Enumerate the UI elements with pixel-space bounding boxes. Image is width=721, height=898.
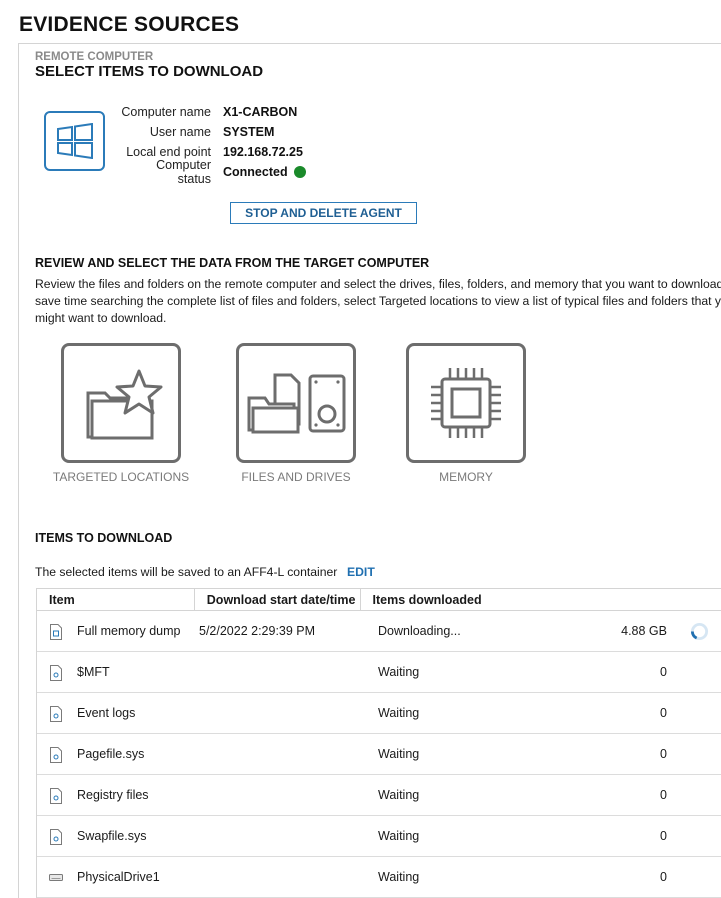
item-name: $MFT bbox=[77, 665, 110, 679]
status-indicator-icon bbox=[293, 166, 306, 178]
item-name: Event logs bbox=[77, 706, 136, 720]
chip-icon bbox=[431, 368, 501, 438]
tile-label-files-and-drives: FILES AND DRIVES bbox=[241, 470, 351, 484]
items-to-download-title: ITEMS TO DOWNLOAD bbox=[35, 531, 173, 545]
item-downloaded: 0 bbox=[660, 747, 667, 761]
item-downloaded: 0 bbox=[660, 870, 667, 884]
table-row[interactable]: Pagefile.sys Waiting 0 bbox=[37, 734, 721, 775]
computer-info: Computer name X1-CARBON User name SYSTEM… bbox=[120, 102, 306, 186]
column-header-items-downloaded[interactable]: Items downloaded bbox=[361, 589, 721, 611]
memory-file-icon bbox=[50, 624, 62, 640]
computer-name-label: Computer name bbox=[121, 105, 211, 119]
file-icon bbox=[50, 829, 62, 845]
item-status: Waiting bbox=[378, 665, 420, 679]
section-title: SELECT ITEMS TO DOWNLOAD bbox=[35, 63, 264, 80]
item-name: PhysicalDrive1 bbox=[77, 870, 160, 884]
table-row[interactable]: Full memory dump 5/2/2022 2:29:39 PM Dow… bbox=[37, 611, 721, 652]
folder-star-icon bbox=[86, 369, 163, 440]
item-name: Full memory dump bbox=[77, 624, 181, 638]
item-name: Registry files bbox=[77, 788, 149, 802]
item-name: Pagefile.sys bbox=[77, 747, 145, 761]
user-name-value: SYSTEM bbox=[223, 125, 275, 139]
edit-container-link[interactable]: EDIT bbox=[347, 565, 375, 579]
column-header-item[interactable]: Item bbox=[37, 588, 195, 611]
container-note: The selected items will be saved to an A… bbox=[35, 565, 338, 579]
item-status: Waiting bbox=[378, 829, 420, 843]
item-downloaded: 0 bbox=[660, 829, 667, 843]
items-table: Item Download start date/time Items down… bbox=[36, 588, 721, 898]
page-title: EVIDENCE SOURCES bbox=[19, 13, 240, 36]
tile-label-memory: MEMORY bbox=[439, 470, 493, 484]
status-value: Connected bbox=[223, 165, 288, 179]
review-description: Review the files and folders on the remo… bbox=[35, 276, 721, 327]
item-name: Swapfile.sys bbox=[77, 829, 147, 843]
item-status: Waiting bbox=[378, 870, 420, 884]
info-row-computer-name: Computer name X1-CARBON bbox=[120, 102, 306, 122]
item-downloaded: 0 bbox=[660, 788, 667, 802]
review-line-2: save time searching the complete list of… bbox=[35, 294, 721, 308]
column-header-start-date[interactable]: Download start date/time bbox=[195, 588, 361, 611]
table-row[interactable]: PhysicalDrive1 Waiting 0 bbox=[37, 857, 721, 898]
file-icon bbox=[50, 747, 62, 763]
table-header: Item Download start date/time Items down… bbox=[37, 588, 721, 611]
item-downloaded: 4.88 GB bbox=[621, 624, 667, 638]
status-label: Computer status bbox=[156, 158, 211, 186]
table-row[interactable]: Swapfile.sys Waiting 0 bbox=[37, 816, 721, 857]
item-start-date: 5/2/2022 2:29:39 PM bbox=[199, 624, 316, 638]
item-status: Waiting bbox=[378, 706, 420, 720]
section-eyebrow: REMOTE COMPUTER bbox=[35, 51, 154, 63]
item-status: Waiting bbox=[378, 788, 420, 802]
stop-and-delete-agent-button[interactable]: STOP AND DELETE AGENT bbox=[230, 202, 417, 224]
review-title: REVIEW AND SELECT THE DATA FROM THE TARG… bbox=[35, 256, 430, 270]
endpoint-label: Local end point bbox=[126, 145, 211, 159]
info-row-user-name: User name SYSTEM bbox=[120, 122, 306, 142]
item-downloaded: 0 bbox=[660, 665, 667, 679]
item-status: Downloading... bbox=[378, 624, 461, 638]
item-status: Waiting bbox=[378, 747, 420, 761]
info-row-status: Computer status Connected bbox=[120, 158, 306, 186]
tile-label-targeted-locations: TARGETED LOCATIONS bbox=[52, 470, 190, 484]
file-icon bbox=[50, 665, 62, 681]
tile-memory[interactable] bbox=[406, 343, 526, 463]
windows-icon bbox=[44, 111, 105, 171]
file-icon bbox=[50, 706, 62, 722]
table-row[interactable]: Event logs Waiting 0 bbox=[37, 693, 721, 734]
computer-name-value: X1-CARBON bbox=[223, 105, 298, 119]
review-line-3: might want to download. bbox=[35, 311, 167, 325]
endpoint-value: 192.168.72.25 bbox=[223, 145, 303, 159]
table-row[interactable]: $MFT Waiting 0 bbox=[37, 652, 721, 693]
loading-spinner-icon bbox=[690, 622, 709, 641]
item-downloaded: 0 bbox=[660, 706, 667, 720]
user-name-label: User name bbox=[149, 125, 211, 139]
tile-targeted-locations[interactable] bbox=[61, 343, 181, 463]
tile-files-and-drives[interactable] bbox=[236, 343, 356, 463]
drive-icon bbox=[49, 874, 63, 881]
file-icon bbox=[50, 788, 62, 804]
status-value-wrap: Connected bbox=[223, 165, 306, 179]
review-line-1: Review the files and folders on the remo… bbox=[35, 277, 721, 291]
files-drive-icon bbox=[247, 373, 346, 434]
table-row[interactable]: Registry files Waiting 0 bbox=[37, 775, 721, 816]
